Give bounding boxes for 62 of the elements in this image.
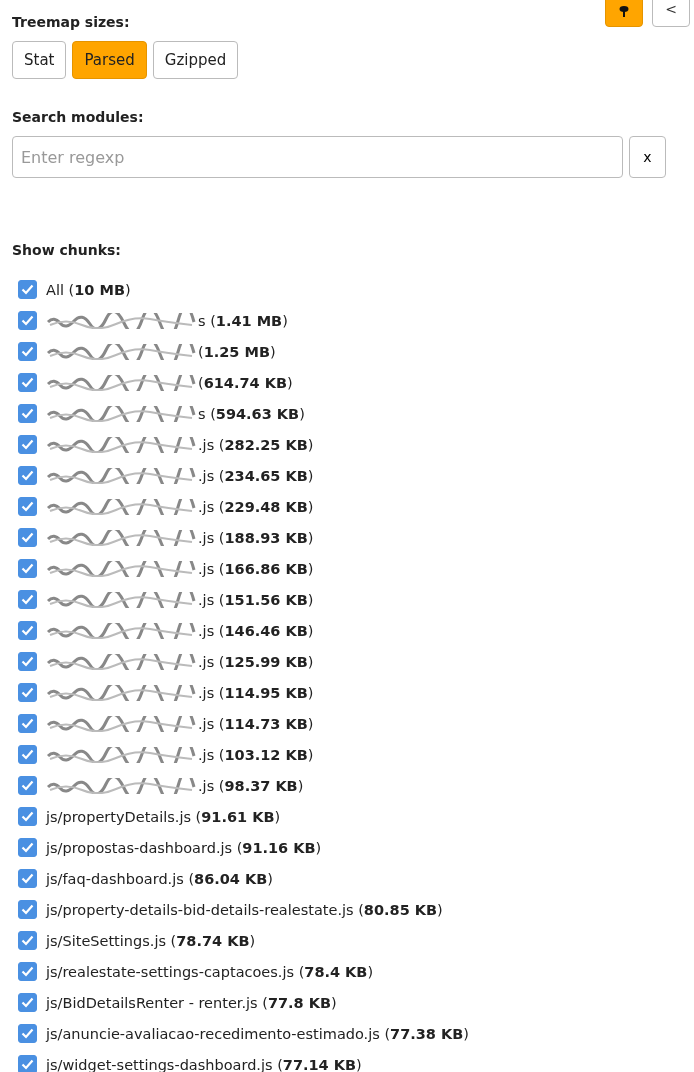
checkbox[interactable] [18, 621, 37, 640]
section-title: Show chunks: [12, 242, 122, 258]
collapse-button[interactable]: < [652, 0, 690, 27]
chunk-label: .js (188.93 KB) [198, 529, 314, 546]
size-option-button[interactable]: Stat [12, 41, 67, 79]
section-title: Treemap sizes: [12, 14, 131, 30]
search-field[interactable]: Enter regexp [12, 136, 623, 178]
checkbox[interactable] [18, 590, 37, 609]
chunk-label: .js (114.73 KB) [198, 715, 314, 732]
checkbox[interactable] [18, 807, 37, 826]
checkbox[interactable] [18, 869, 37, 888]
checkbox[interactable] [18, 497, 37, 516]
checkbox[interactable] [18, 528, 37, 547]
checkbox[interactable] [18, 683, 37, 702]
chunk-label: js/anuncie-avaliacao-recedimento-estimado.js (77.38 KB) [46, 1025, 469, 1042]
checkbox[interactable] [18, 962, 37, 981]
chunk-label: .js (146.46 KB) [198, 622, 314, 639]
size-option-button[interactable]: Parsed [72, 41, 147, 79]
chunk-label: s (594.63 KB) [198, 405, 305, 422]
checkbox[interactable] [18, 342, 37, 361]
checkbox[interactable] [18, 931, 37, 950]
chunk-label: .js (98.37 KB) [198, 777, 304, 794]
chunk-label: js/propostas-dashboard.js (91.16 KB) [46, 839, 322, 856]
checkbox[interactable] [18, 900, 37, 919]
chunk-label: .js (229.48 KB) [198, 498, 314, 515]
checkbox[interactable] [18, 404, 37, 423]
chunk-label: js/BidDetailsRenter - renter.js (77.8 KB) [46, 994, 337, 1011]
chunk-label: .js (103.12 KB) [198, 746, 314, 763]
section-title: Search modules: [12, 109, 145, 125]
checkbox[interactable] [18, 559, 37, 578]
chunk-label: .js (234.65 KB) [198, 467, 314, 484]
chunk-label: .js (151.56 KB) [198, 591, 314, 608]
checkbox[interactable] [18, 652, 37, 671]
chunk-label: js/propertyDetails.js (91.61 KB) [46, 808, 281, 825]
checkbox[interactable] [18, 1055, 37, 1072]
chunk-label: .js (166.86 KB) [198, 560, 314, 577]
checkbox[interactable] [18, 714, 37, 733]
chunk-label: js/SiteSettings.js (78.74 KB) [46, 932, 256, 949]
checkbox[interactable] [18, 311, 37, 330]
checkbox[interactable] [18, 993, 37, 1012]
chunk-label: .js (282.25 KB) [198, 436, 314, 453]
chunk-label: (614.74 KB) [198, 374, 293, 391]
chunk-label: .js (114.95 KB) [198, 684, 314, 701]
chunk-label: .js (125.99 KB) [198, 653, 314, 670]
checkbox[interactable] [18, 373, 37, 392]
chunk-label: js/property-details-bid-details-realestate.js (80.85 KB) [46, 901, 443, 918]
checkbox[interactable] [18, 745, 37, 764]
pin-button[interactable] [605, 0, 643, 27]
checkbox[interactable] [18, 776, 37, 795]
checkbox[interactable] [18, 435, 37, 454]
chunk-label: js/widget-settings-dashboard.js (77.14 KB) [46, 1056, 362, 1072]
chunk-label: js/faq-dashboard.js (86.04 KB) [46, 870, 273, 887]
chunk-label: s (1.41 MB) [198, 312, 288, 329]
checkbox[interactable] [18, 280, 37, 299]
chunk-label: (1.25 MB) [198, 343, 276, 360]
chunk-label: All (10 MB) [46, 281, 131, 298]
size-option-button[interactable]: Gzipped [152, 41, 239, 79]
checkbox[interactable] [18, 838, 37, 857]
chunk-label: js/realestate-settings-captacoes.js (78.4 KB) [46, 963, 374, 980]
clear-button[interactable]: x [629, 136, 666, 178]
checkbox[interactable] [18, 1024, 37, 1043]
checkbox[interactable] [18, 466, 37, 485]
